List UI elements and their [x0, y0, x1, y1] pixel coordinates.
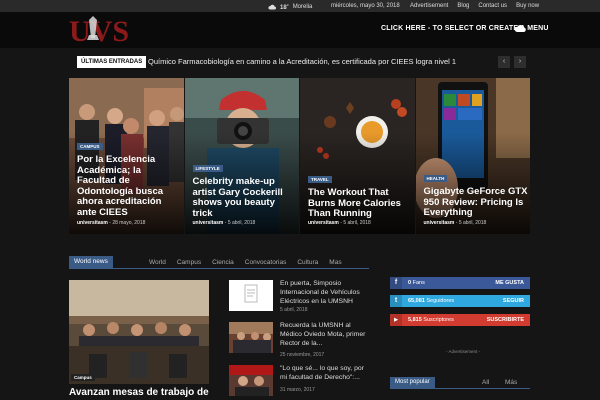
featured-grid: CAMPUS Por la Excelencia Académica; la F…: [69, 78, 530, 234]
facebook-icon: f: [390, 277, 402, 289]
weather-widget: 18c Morelia: [268, 2, 312, 11]
featured-title[interactable]: Gigabyte GeForce GTX 950 Review: Pricing…: [424, 186, 528, 219]
featured-title[interactable]: Celebrity make-up artist Gary Cockerill …: [193, 176, 297, 219]
contact-link[interactable]: Contact us: [478, 3, 507, 9]
temperature: 18c: [280, 2, 289, 11]
twitter-counter[interactable]: t 65,081 Seguidores SEGUIR: [390, 295, 530, 307]
youtube-icon: ▶: [390, 314, 402, 326]
featured-card[interactable]: TRAVEL The Workout That Burns More Calor…: [300, 78, 415, 234]
follow-button[interactable]: SEGUIR: [503, 298, 524, 304]
featured-title[interactable]: Por la Excelencia Académica; la Facultad…: [77, 154, 181, 218]
advertisement-link[interactable]: Advertisement: [410, 3, 448, 9]
main-article-image[interactable]: Campus: [69, 280, 209, 384]
filter-world[interactable]: World: [149, 259, 166, 266]
twitter-icon: t: [390, 295, 402, 307]
most-popular-header: Most popular All Más: [390, 377, 530, 389]
featured-meta: universitasm - 5 abril, 2018: [308, 220, 371, 226]
filter-mas[interactable]: Mas: [329, 259, 341, 266]
popular-filter-all[interactable]: All: [482, 379, 489, 386]
city: Morelia: [292, 3, 313, 10]
news-ticker: ÚLTIMAS ENTRADAS Químico Farmacobiología…: [69, 55, 530, 69]
news-item-date: 25 noviembre, 2017: [280, 352, 325, 358]
category-badge[interactable]: CAMPUS: [77, 143, 103, 150]
top-bar: 18c Morelia miércoles, mayo 30, 2018 Adv…: [0, 0, 600, 12]
news-item-date: 31 marzo, 2017: [280, 387, 315, 393]
filter-ciencia[interactable]: Ciencia: [212, 259, 234, 266]
filter-campus[interactable]: Campus: [177, 259, 201, 266]
news-thumbnail: [229, 322, 273, 353]
document-thumbnail: [229, 280, 273, 311]
category-badge[interactable]: LIFESTYLE: [192, 165, 223, 172]
news-item-title[interactable]: En puerta, Simposio Internacional de Veh…: [280, 280, 372, 306]
featured-meta: universitasm - 5 abril, 2018: [423, 220, 487, 226]
news-section-header: World news World Campus Ciencia Convocat…: [69, 256, 369, 269]
featured-meta: universitasm - 28 mayo, 2018: [77, 220, 146, 226]
news-item-title[interactable]: Recuerda la UMSNH al Médico Oviedo Mota,…: [280, 322, 372, 348]
world-news-tab[interactable]: World news: [69, 256, 113, 268]
featured-card[interactable]: HEALTH Gigabyte GeForce GTX 950 Review: …: [415, 78, 530, 234]
news-thumbnail: [229, 365, 273, 396]
news-list-item[interactable]: En puerta, Simposio Internacional de Veh…: [229, 280, 369, 314]
youtube-counter[interactable]: ▶ 5,815 Suscriptores SUSCRIBIRTE: [390, 314, 530, 326]
ticker-next-button[interactable]: ›: [514, 56, 526, 68]
category-badge[interactable]: HEALTH: [423, 175, 448, 182]
news-category-filters: World Campus Ciencia Convocatorias Cultu…: [149, 259, 342, 266]
featured-title[interactable]: The Workout That Burns More Calories Tha…: [308, 187, 412, 220]
advertisement-label: - Advertisement -: [446, 349, 481, 354]
blog-link[interactable]: Blog: [457, 3, 469, 9]
cloud-icon: [268, 4, 276, 9]
date: miércoles, mayo 30, 2018: [331, 3, 400, 9]
facebook-counter[interactable]: f 0 Fans ME GUSTA: [390, 277, 530, 289]
like-button[interactable]: ME GUSTA: [495, 280, 524, 286]
meeting-photo: [69, 280, 209, 384]
ticker-prev-button[interactable]: ‹: [498, 56, 510, 68]
news-item-title[interactable]: "Lo que sé... lo que soy, por mi faculta…: [280, 365, 372, 383]
featured-card[interactable]: LIFESTYLE Celebrity make-up artist Gary …: [184, 78, 299, 234]
filter-convocatorias[interactable]: Convocatorias: [245, 259, 287, 266]
top-links: Advertisement Blog Contact us Buy now: [410, 3, 539, 9]
main-category-badge[interactable]: Campus: [71, 374, 95, 381]
popular-filter-more[interactable]: Más: [505, 379, 517, 386]
news-list-item[interactable]: Recuerda la UMSNH al Médico Oviedo Mota,…: [229, 322, 372, 358]
most-popular-tab[interactable]: Most popular: [390, 377, 435, 388]
featured-card[interactable]: CAMPUS Por la Excelencia Académica; la F…: [69, 78, 184, 234]
main-article-title[interactable]: Avanzan mesas de trabajo de: [69, 387, 209, 398]
site-logo[interactable]: UVS: [69, 14, 139, 44]
category-badge[interactable]: TRAVEL: [308, 176, 332, 183]
logo-text: UVS: [69, 15, 129, 44]
subscribe-button[interactable]: SUSCRIBIRTE: [487, 317, 524, 323]
ticker-label: ÚLTIMAS ENTRADAS: [77, 56, 147, 68]
news-item-date: 5 abril, 2018: [280, 307, 308, 313]
featured-meta: universitasm - 5 abril, 2018: [192, 220, 256, 226]
buy-now-link[interactable]: Buy now: [516, 3, 539, 9]
ticker-headline[interactable]: Químico Farmacobiología en camino a la A…: [148, 57, 456, 66]
weather-cloud-icon[interactable]: [514, 24, 526, 33]
news-list-item[interactable]: "Lo que sé... lo que soy, por mi faculta…: [229, 365, 369, 399]
document-icon: [244, 284, 258, 303]
filter-cultura[interactable]: Cultura: [297, 259, 318, 266]
